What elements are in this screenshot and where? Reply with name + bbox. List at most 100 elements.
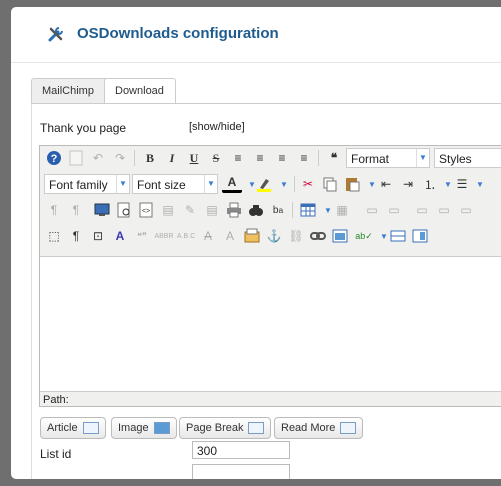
delete-table-icon[interactable]: ▦ xyxy=(332,200,352,220)
secondary-field[interactable] xyxy=(192,464,290,479)
align-left-icon[interactable]: ≡ xyxy=(272,148,292,168)
insert-article-button[interactable]: Article xyxy=(40,417,106,439)
toolbar-separator xyxy=(318,150,319,166)
modal-header: OSDownloads configuration xyxy=(11,7,501,63)
toolbar-row-3: ¶ ¶ <> ▤ ✎ ▤ ba ▼ ▦ ▭ ▭ ▭ ▭ ▭ xyxy=(42,199,501,223)
insert-readmore-button[interactable]: Read More xyxy=(274,417,364,439)
font-size-select[interactable]: Font size ▼ xyxy=(132,174,218,194)
horizontal-rule-icon[interactable] xyxy=(388,226,408,246)
align-justify-icon[interactable]: ≡ xyxy=(228,148,248,168)
outdent-icon[interactable]: ⇤ xyxy=(376,174,396,194)
delete-row-icon[interactable]: ▭ xyxy=(456,200,476,220)
chevron-down-icon: ▼ xyxy=(204,175,217,193)
font-size-value: Font size xyxy=(137,178,186,192)
template-insert-icon[interactable] xyxy=(410,226,430,246)
cell-props-icon[interactable]: ▭ xyxy=(384,200,404,220)
insert-image-button[interactable]: Image xyxy=(111,417,177,439)
tab-mailchimp[interactable]: MailChimp xyxy=(31,78,113,103)
editor-path-label: Path: xyxy=(43,394,69,406)
paragraph-rtl-icon[interactable]: ¶ xyxy=(66,200,86,220)
styleprops-icon[interactable]: A xyxy=(110,226,130,246)
bullet-list-icon[interactable]: ☰ xyxy=(452,174,472,194)
insert-pagebreak-button[interactable]: Page Break xyxy=(179,417,272,439)
font-family-select[interactable]: Font family ▼ xyxy=(44,174,130,194)
picture-icon xyxy=(153,422,170,434)
abbr-icon[interactable]: ABBR xyxy=(154,226,174,246)
indent-icon[interactable]: ⇥ xyxy=(398,174,418,194)
format-select[interactable]: Format ▼ xyxy=(346,148,430,168)
blockquote-icon[interactable]: ❝ xyxy=(324,148,344,168)
list-id-field[interactable]: 300 xyxy=(192,441,290,459)
tab-download[interactable]: Download xyxy=(104,78,176,104)
italic-icon[interactable]: I xyxy=(162,148,182,168)
row-props-icon[interactable]: ▭ xyxy=(362,200,382,220)
row-before-icon[interactable]: ▭ xyxy=(412,200,432,220)
strikethrough-icon[interactable]: S xyxy=(206,148,226,168)
cut-icon[interactable]: ✂ xyxy=(298,174,318,194)
row-after-icon[interactable]: ▭ xyxy=(434,200,454,220)
pagebreak-icon xyxy=(248,422,265,434)
toolbar-row-1: ? ↶ ↷ B I U S ≡ ≡ ≡ ≡ ❝ Format ▼ Styles xyxy=(42,147,501,171)
list-id-label: List id xyxy=(40,447,72,461)
insert-readmore-label: Read More xyxy=(281,422,336,434)
insert-image-label: Image xyxy=(118,422,149,434)
undo-icon[interactable]: ↶ xyxy=(88,148,108,168)
ins-icon[interactable]: A xyxy=(220,226,240,246)
template-icon[interactable]: ▤ xyxy=(202,200,222,220)
show-blocks-icon[interactable]: ¶ xyxy=(66,226,86,246)
fullscreen-icon[interactable] xyxy=(92,200,112,220)
article-icon xyxy=(82,422,99,434)
thankyou-label: Thank you page xyxy=(40,121,127,135)
preview-icon[interactable] xyxy=(114,200,134,220)
nonbreaking-icon[interactable]: ⊡ xyxy=(88,226,108,246)
edit-css-icon[interactable]: ✎ xyxy=(180,200,200,220)
insert-pagebreak-label: Page Break xyxy=(186,422,244,434)
image-icon[interactable] xyxy=(330,226,350,246)
show-hide-toggle[interactable]: [show/hide] xyxy=(189,121,245,133)
new-document-icon[interactable] xyxy=(66,148,86,168)
editor-content-area[interactable] xyxy=(40,256,501,392)
find-icon[interactable] xyxy=(246,200,266,220)
code-icon[interactable]: <> xyxy=(136,200,156,220)
font-family-value: Font family xyxy=(49,178,108,192)
anchor-icon[interactable]: ⚓ xyxy=(264,226,284,246)
highlight-color-icon[interactable] xyxy=(254,174,274,194)
spellcheck-icon[interactable]: ab✓ xyxy=(354,226,374,246)
paragraph-ltr-icon[interactable]: ¶ xyxy=(44,200,64,220)
quote-icon[interactable]: ❝❞ xyxy=(132,226,152,246)
copy-icon[interactable] xyxy=(320,174,340,194)
table-icon[interactable] xyxy=(298,200,318,220)
config-modal: OSDownloads configuration MailChimp Down… xyxy=(11,7,501,479)
svg-text:<>: <> xyxy=(142,208,150,215)
link-icon[interactable] xyxy=(308,226,328,246)
align-right-icon[interactable]: ≡ xyxy=(294,148,314,168)
del-icon[interactable]: A xyxy=(198,226,218,246)
chevron-down-icon[interactable]: ▼ xyxy=(274,174,294,194)
print-icon[interactable] xyxy=(224,200,244,220)
underline-icon[interactable]: U xyxy=(184,148,204,168)
readmore-icon xyxy=(340,422,357,434)
text-color-icon[interactable]: A xyxy=(222,174,242,193)
numbered-list-icon[interactable]: ⒈ xyxy=(420,174,440,194)
visual-aid-icon[interactable]: ⬚ xyxy=(44,226,64,246)
chevron-down-icon[interactable]: ▼ xyxy=(470,174,490,194)
unlink-icon[interactable]: ⛓ xyxy=(286,226,306,246)
toolbar-separator xyxy=(292,202,293,218)
cleanup-icon[interactable]: ▤ xyxy=(158,200,178,220)
insert-article-label: Article xyxy=(47,422,78,434)
tools-icon xyxy=(48,27,63,42)
help-icon[interactable]: ? xyxy=(44,148,64,168)
replace-icon[interactable]: ba xyxy=(268,200,288,220)
attributes-icon[interactable] xyxy=(242,226,262,246)
align-center-icon[interactable]: ≡ xyxy=(250,148,270,168)
acronym-icon[interactable]: A.B.C xyxy=(176,226,196,246)
toolbar-row-2: Font family ▼ Font size ▼ A ▼ ▼ ✂ ▼ ⇤ ⇥ … xyxy=(42,173,501,197)
redo-icon[interactable]: ↷ xyxy=(110,148,130,168)
styles-select[interactable]: Styles xyxy=(434,148,501,168)
styles-select-value: Styles xyxy=(439,152,472,166)
paste-icon[interactable] xyxy=(342,174,362,194)
bold-icon[interactable]: B xyxy=(140,148,160,168)
toolbar-separator xyxy=(134,150,135,166)
toolbar-row-4: ⬚ ¶ ⊡ A ❝❞ ABBR A.B.C A A ⚓ ⛓ ab✓ ▼ xyxy=(42,225,501,249)
chevron-down-icon: ▼ xyxy=(416,149,429,167)
